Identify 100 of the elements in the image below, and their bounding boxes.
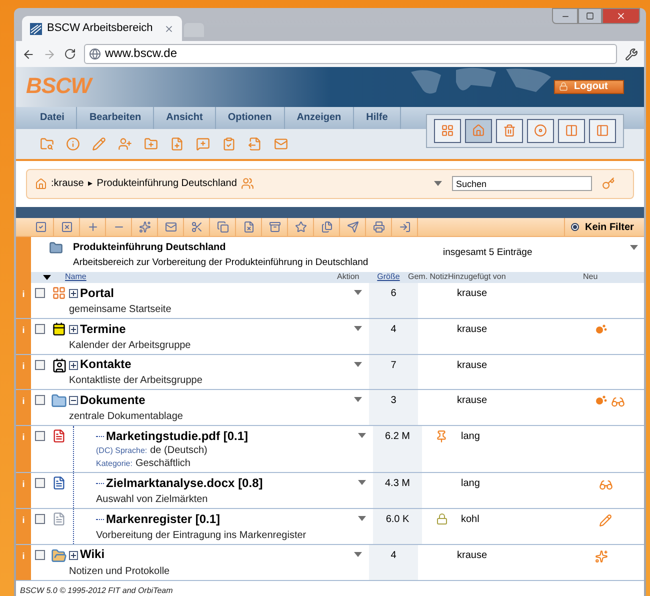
- scissors-icon: [190, 221, 202, 234]
- row-checkbox[interactable]: [35, 550, 45, 560]
- row-checkbox[interactable]: [35, 431, 45, 442]
- breadcrumb-current[interactable]: Produkteinführung Deutschland: [96, 177, 237, 190]
- tree-toggle[interactable]: [69, 289, 78, 298]
- view-button[interactable]: [465, 118, 492, 143]
- forward-icon: [43, 48, 56, 60]
- item-name[interactable]: Kontakte: [80, 357, 132, 373]
- check-box-icon: [34, 221, 46, 234]
- action-caret[interactable]: [354, 326, 362, 332]
- view-button[interactable]: [434, 118, 461, 143]
- folder-plus-icon: [144, 136, 158, 151]
- pdf-file-icon: [52, 429, 66, 444]
- action-caret[interactable]: [358, 516, 366, 522]
- grid-icon: [52, 286, 66, 300]
- maximize-icon: [586, 12, 594, 20]
- maximize-button[interactable]: [578, 8, 602, 24]
- item-name[interactable]: Portal: [80, 286, 114, 302]
- item-description: Auswahl von Zielmärkten: [96, 493, 209, 506]
- item-name[interactable]: Marketingstudie.pdf [0.1]: [106, 428, 248, 444]
- view-button[interactable]: [558, 118, 585, 143]
- folder-caret[interactable]: [630, 245, 638, 250]
- pin-icon: [435, 430, 448, 444]
- item-name[interactable]: Dokumente: [80, 393, 146, 409]
- item-size: 4: [390, 323, 396, 338]
- tree-toggle[interactable]: [69, 360, 78, 370]
- close-button[interactable]: [602, 8, 640, 24]
- item-name[interactable]: Markenregister [0.1]: [106, 512, 220, 528]
- row-checkbox[interactable]: [35, 395, 45, 406]
- meta-label: (DC) Sprache:: [96, 445, 148, 458]
- item-description: gemeinsame Startseite: [69, 303, 172, 316]
- star-icon: [595, 550, 608, 563]
- item-size: 4.3 M: [384, 477, 410, 492]
- footer-text: BSCW 5.0 © 1995-2012 FIT and OrbiTeam: [19, 584, 174, 596]
- column-header[interactable]: Name: [65, 272, 337, 283]
- folder-title: Produkteinführung Deutschland: [73, 241, 227, 254]
- item-size: 6: [390, 287, 396, 302]
- file-x-icon: [242, 221, 254, 234]
- action-caret[interactable]: [354, 290, 362, 296]
- column-header: Neu: [583, 272, 598, 283]
- item-description: Notizen und Protokolle: [69, 564, 171, 578]
- added-by: krause: [457, 395, 488, 406]
- pencil-icon: [92, 136, 106, 151]
- glasses-icon: [599, 478, 613, 492]
- calendar-icon: [52, 322, 66, 336]
- view-button[interactable]: [496, 118, 523, 143]
- added-by: krause: [457, 288, 488, 300]
- folder-icon: [51, 393, 67, 410]
- row-checkbox[interactable]: [35, 324, 45, 334]
- row-checkbox[interactable]: [35, 514, 45, 524]
- action-caret[interactable]: [354, 397, 362, 402]
- item-name[interactable]: Termine: [80, 322, 126, 338]
- item-size: 3: [390, 394, 396, 408]
- address-bar[interactable]: www.bscw.de: [84, 44, 617, 64]
- added-by: lang: [461, 478, 480, 490]
- item-name[interactable]: Zielmarktanalyse.docx [0.8]: [106, 476, 263, 492]
- column-header: Gem. Notiz: [408, 272, 448, 283]
- tree-toggle[interactable]: [69, 550, 78, 560]
- item-description: zentrale Dokumentablage: [69, 410, 184, 424]
- file-plus-icon: [170, 136, 184, 151]
- search-caret[interactable]: [434, 181, 442, 186]
- chat-plus-icon: [196, 136, 210, 151]
- action-caret[interactable]: [358, 433, 366, 438]
- columns-icon: [565, 124, 578, 138]
- entry-count: insgesamt 5 Einträge: [443, 247, 532, 260]
- dots-icon: [595, 395, 607, 406]
- column-header: Aktion: [337, 272, 360, 283]
- padlock-icon: [559, 82, 568, 92]
- url-text: www.bscw.de: [105, 46, 178, 62]
- item-name[interactable]: Wiki: [80, 547, 105, 564]
- action-caret[interactable]: [354, 552, 362, 557]
- added-by: kohl: [461, 514, 480, 526]
- printer-icon: [372, 221, 384, 234]
- column-header: Hinzugefügt von: [448, 272, 507, 283]
- breadcrumb-link[interactable]: :krause: [51, 177, 84, 190]
- disc-icon: [534, 124, 547, 138]
- filter-button[interactable]: Kein Filter: [564, 218, 644, 236]
- view-button[interactable]: [589, 118, 616, 143]
- tree-toggle[interactable]: [69, 324, 78, 334]
- sort-caret[interactable]: [43, 275, 51, 280]
- key-icon: [602, 177, 615, 190]
- back-icon: [22, 48, 35, 60]
- column-header[interactable]: Größe: [369, 272, 408, 283]
- meta-value: Geschäftlich: [135, 457, 190, 470]
- view-button[interactable]: [527, 118, 554, 143]
- action-caret[interactable]: [354, 362, 362, 367]
- browser-tab[interactable]: BSCW Arbeitsbereich: [22, 16, 182, 41]
- reload-icon: [64, 48, 76, 60]
- tree-toggle[interactable]: [69, 396, 78, 406]
- added-by: lang: [461, 431, 480, 442]
- files-icon: [320, 221, 332, 234]
- search-field[interactable]: Suchen: [452, 176, 592, 192]
- row-checkbox[interactable]: [35, 478, 45, 488]
- row-checkbox[interactable]: [35, 288, 45, 298]
- action-caret[interactable]: [358, 480, 366, 486]
- contact-card-icon: [52, 358, 66, 373]
- row-checkbox[interactable]: [35, 360, 45, 370]
- sparkle-icon: [138, 221, 150, 234]
- meta-value: de (Deutsch): [150, 444, 208, 458]
- meta-label: Kategorie:: [96, 458, 132, 470]
